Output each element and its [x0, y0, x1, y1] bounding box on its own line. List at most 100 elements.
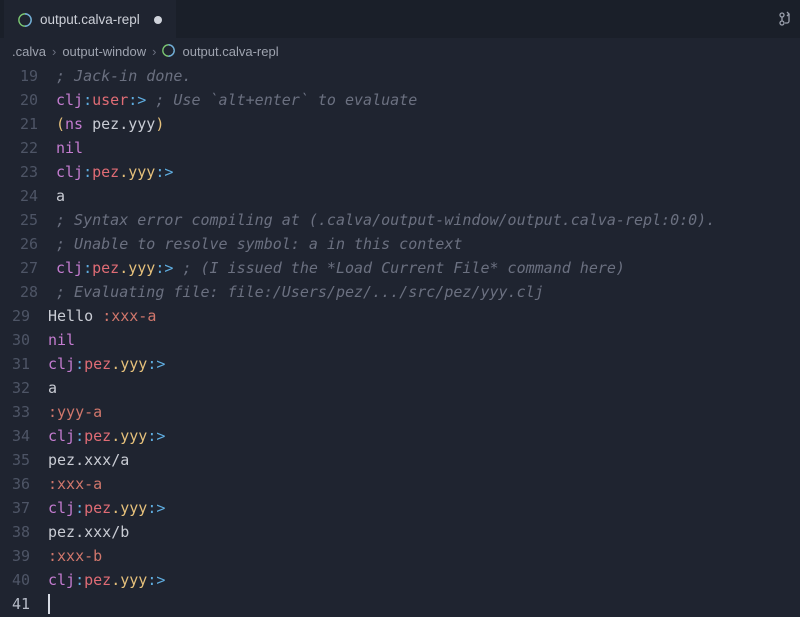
code-line[interactable]: 38pez.xxx/b — [0, 520, 800, 544]
token: pez — [84, 568, 111, 592]
code-line[interactable]: 40clj:pez.yyy:> — [0, 568, 800, 592]
code-line[interactable]: 29Hello :xxx-a — [0, 304, 800, 328]
code-line[interactable]: 25; Syntax error compiling at (.calva/ou… — [0, 208, 800, 232]
token: :xxx-b — [48, 544, 102, 568]
code-content: clj:pez.yyy:> — [48, 424, 165, 448]
line-number: 36 — [0, 472, 48, 496]
code-line[interactable]: 28; Evaluating file: file:/Users/pez/...… — [0, 280, 800, 304]
token: :> — [155, 160, 173, 184]
line-number: 26 — [0, 232, 56, 256]
code-line[interactable]: 20clj:user:> ; Use `alt+enter` to evalua… — [0, 88, 800, 112]
token: :> — [147, 568, 165, 592]
tab-bar: output.calva-repl — [0, 0, 800, 38]
line-number: 31 — [0, 352, 48, 376]
line-number: 29 — [0, 304, 48, 328]
compare-changes-icon[interactable] — [778, 11, 794, 27]
code-content: clj:pez.yyy:> ; (I issued the *Load Curr… — [56, 256, 625, 280]
code-content — [48, 592, 50, 612]
code-content: clj:pez.yyy:> — [56, 160, 173, 184]
token: :> — [147, 352, 165, 376]
token: .yyy — [119, 160, 155, 184]
code-content: Hello :xxx-a — [48, 304, 156, 328]
code-content: ; Syntax error compiling at (.calva/outp… — [56, 208, 715, 232]
line-number: 21 — [0, 112, 56, 136]
token: clj — [48, 496, 75, 520]
code-content: clj:pez.yyy:> — [48, 568, 165, 592]
token: : — [75, 424, 84, 448]
line-number: 40 — [0, 568, 48, 592]
token: ns — [65, 112, 83, 136]
code-line[interactable]: 31clj:pez.yyy:> — [0, 352, 800, 376]
code-line[interactable]: 35pez.xxx/a — [0, 448, 800, 472]
token: clj — [48, 568, 75, 592]
code-line[interactable]: 30nil — [0, 328, 800, 352]
tab-title: output.calva-repl — [40, 12, 140, 27]
code-line[interactable]: 36:xxx-a — [0, 472, 800, 496]
chevron-right-icon: › — [152, 44, 156, 59]
code-line[interactable]: 37clj:pez.yyy:> — [0, 496, 800, 520]
token: :> — [147, 424, 165, 448]
breadcrumb-label: output.calva-repl — [182, 44, 278, 59]
token: :xxx-a — [48, 472, 102, 496]
token: .yyy — [111, 424, 147, 448]
token: ; (I issued the *Load Current File* comm… — [182, 256, 625, 280]
token: ; Unable to resolve symbol: a in this co… — [56, 232, 462, 256]
token: : — [83, 160, 92, 184]
code-content: clj:pez.yyy:> — [48, 496, 165, 520]
token: ; Syntax error compiling at (.calva/outp… — [56, 208, 715, 232]
code-line[interactable]: 22nil — [0, 136, 800, 160]
token: : — [83, 256, 92, 280]
line-number: 28 — [0, 280, 56, 304]
token: .yyy — [111, 352, 147, 376]
token: pez.xxx/b — [48, 520, 129, 544]
code-content: ; Unable to resolve symbol: a in this co… — [56, 232, 462, 256]
token: user — [92, 88, 128, 112]
line-number: 38 — [0, 520, 48, 544]
code-content: :yyy-a — [48, 400, 102, 424]
token: pez — [84, 424, 111, 448]
code-line[interactable]: 32a — [0, 376, 800, 400]
token: : — [75, 352, 84, 376]
token — [173, 256, 182, 280]
code-content: clj:user:> ; Use `alt+enter` to evaluate — [56, 88, 417, 112]
code-content: clj:pez.yyy:> — [48, 352, 165, 376]
code-content: (ns pez.yyy) — [56, 112, 164, 136]
breadcrumb-item[interactable]: .calva — [12, 44, 46, 59]
code-line[interactable]: 24a — [0, 184, 800, 208]
line-number: 30 — [0, 328, 48, 352]
tab-output-calva-repl[interactable]: output.calva-repl — [4, 0, 176, 38]
token: nil — [56, 136, 83, 160]
code-line[interactable]: 34clj:pez.yyy:> — [0, 424, 800, 448]
editor-area[interactable]: 19; Jack-in done.20clj:user:> ; Use `alt… — [0, 64, 800, 617]
token: pez — [92, 256, 119, 280]
token: : — [83, 88, 92, 112]
breadcrumb-item[interactable]: output.calva-repl — [162, 44, 278, 59]
code-line[interactable]: 21(ns pez.yyy) — [0, 112, 800, 136]
line-number: 32 — [0, 376, 48, 400]
token: :xxx-a — [102, 304, 156, 328]
code-line[interactable]: 26; Unable to resolve symbol: a in this … — [0, 232, 800, 256]
code-line[interactable]: 33:yyy-a — [0, 400, 800, 424]
breadcrumb-item[interactable]: output-window — [62, 44, 146, 59]
token: pez.xxx/a — [48, 448, 129, 472]
code-content: :xxx-a — [48, 472, 102, 496]
line-number: 35 — [0, 448, 48, 472]
line-number: 34 — [0, 424, 48, 448]
token: ; Evaluating file: file:/Users/pez/.../s… — [56, 280, 544, 304]
token: clj — [48, 424, 75, 448]
code-line[interactable]: 41 — [0, 592, 800, 616]
token: nil — [48, 328, 75, 352]
chevron-right-icon: › — [52, 44, 56, 59]
code-line[interactable]: 39:xxx-b — [0, 544, 800, 568]
code-line[interactable]: 19; Jack-in done. — [0, 64, 800, 88]
text-cursor — [48, 594, 50, 614]
code-line[interactable]: 27clj:pez.yyy:> ; (I issued the *Load Cu… — [0, 256, 800, 280]
code-line[interactable]: 23clj:pez.yyy:> — [0, 160, 800, 184]
clojure-file-icon — [18, 13, 32, 27]
code-content: pez.xxx/b — [48, 520, 129, 544]
token: :yyy-a — [48, 400, 102, 424]
breadcrumb-label: .calva — [12, 44, 46, 59]
token: .yyy — [111, 568, 147, 592]
token: :> — [147, 496, 165, 520]
dirty-indicator-icon — [154, 16, 162, 24]
